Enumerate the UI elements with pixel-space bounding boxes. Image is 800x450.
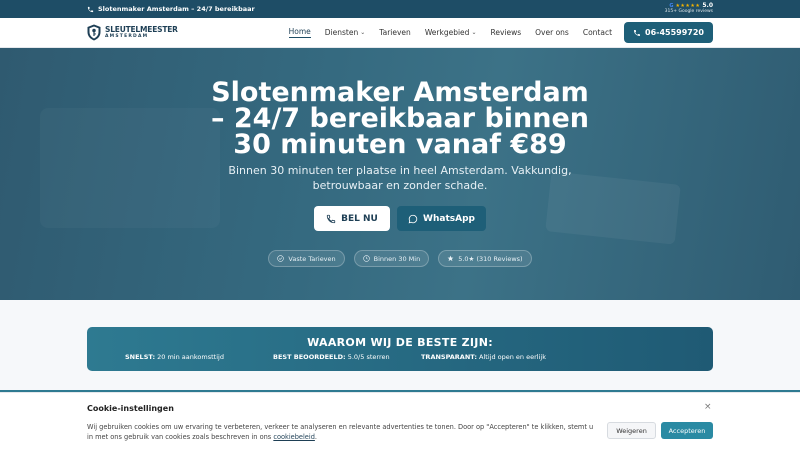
nav-item-label: Tarieven (379, 28, 411, 37)
accept-cookies-button[interactable]: Accepteren (661, 422, 713, 439)
topbar-phone-label: Slotenmaker Amsterdam – 24/7 bereikbaar (98, 5, 255, 13)
cookie-banner: Cookie-instellingen × Wij gebruiken cook… (0, 392, 800, 450)
stat-label: TRANSPARANT: (421, 353, 477, 361)
whatsapp-label: WhatsApp (423, 213, 475, 224)
badge-reviews: 5.0★ (310 Reviews) (438, 250, 532, 267)
nav-item-contact[interactable]: Contact (583, 28, 612, 37)
nav-item-werkgebied[interactable]: Werkgebied ⌄ (425, 28, 477, 37)
stat-value: Altijd open en eerlijk (479, 353, 546, 361)
phone-cta-label: 06-45599720 (645, 28, 704, 37)
stat-value: 5.0/5 sterren (347, 353, 390, 361)
nav-item-label: Werkgebied (424, 28, 470, 37)
hero-subtitle-line: Binnen 30 minuten ter plaatse in heel Am… (228, 164, 572, 177)
refuse-cookies-button[interactable]: Weigeren (607, 422, 656, 439)
rating-stars: ★★★★★ (675, 2, 701, 9)
cookie-title: Cookie-instellingen (87, 404, 174, 413)
phone-icon (326, 214, 336, 224)
call-now-button[interactable]: BEL NU (314, 206, 390, 231)
google-icon: G (669, 2, 674, 9)
nav-item-reviews[interactable]: Reviews (490, 28, 521, 37)
top-bar: Slotenmaker Amsterdam – 24/7 bereikbaar … (0, 0, 800, 18)
stat-transparent: TRANSPARANT: Altijd open en eerlijk (421, 353, 569, 361)
nav-item-diensten[interactable]: Diensten ⌄ (325, 28, 365, 37)
stat-fastest: SNELST: 20 min aankomsttijd (125, 353, 273, 361)
brand-city: AMSTERDAM (105, 33, 149, 39)
phone-icon (87, 6, 94, 13)
stat-best-rated: BEST BEOORDEELD: 5.0/5 sterren (273, 353, 421, 361)
hero-title-line: 30 minuten vanaf €89 (233, 129, 567, 160)
phone-icon (633, 29, 641, 37)
hero-title: Slotenmaker Amsterdam – 24/7 bereikbaar … (0, 79, 800, 160)
badge-within-30: Binnen 30 Min (353, 250, 430, 267)
chevron-down-icon: ⌄ (471, 29, 477, 36)
nav-item-over-ons[interactable]: Over ons (535, 28, 569, 37)
shield-key-icon (87, 24, 101, 41)
brand-name: SLEUTELMEESTER (105, 25, 178, 34)
badge-fixed-rates: Vaste Tarieven (268, 250, 345, 267)
cookie-text-end: . (314, 433, 317, 441)
nav-item-home[interactable]: Home (288, 27, 311, 38)
badge-label: Vaste Tarieven (288, 254, 336, 263)
hero-badges: Vaste Tarieven Binnen 30 Min 5.0★ (310 R… (0, 250, 800, 267)
close-icon[interactable]: × (704, 402, 712, 412)
phone-cta-button[interactable]: 06-45599720 (624, 22, 713, 43)
whatsapp-icon (408, 214, 418, 224)
star-icon (447, 255, 454, 262)
check-circle-icon (277, 255, 285, 262)
whatsapp-button[interactable]: WhatsApp (397, 206, 486, 231)
stat-label: SNELST: (125, 353, 156, 361)
brand-logo[interactable]: SLEUTELMEESTER AMSTERDAM (87, 24, 178, 41)
topbar-phone[interactable]: Slotenmaker Amsterdam – 24/7 bereikbaar (87, 5, 255, 13)
nav-item-label: Contact (582, 28, 613, 37)
cookie-text: Wij gebruiken cookies om uw ervaring te … (87, 422, 597, 442)
hero-buttons: BEL NU WhatsApp (0, 206, 800, 231)
why-us-stats: SNELST: 20 min aankomsttijd BEST BEOORDE… (125, 353, 569, 361)
main-navigation: SLEUTELMEESTER AMSTERDAM Home Diensten ⌄ … (0, 18, 800, 48)
badge-label: 5.0★ (310 Reviews) (458, 254, 523, 263)
hero-subtitle-line: betrouwbaar en zonder schade. (312, 178, 488, 192)
cookie-text-line: Wij gebruiken cookies om uw ervaring te … (87, 423, 587, 431)
rating-source: 315+ Google reviews (664, 9, 713, 15)
nav-item-label: Reviews (490, 28, 522, 37)
nav-item-label: Over ons (535, 28, 569, 37)
cookie-policy-link[interactable]: cookiebeleid (273, 433, 315, 441)
nav-item-label: Diensten (324, 28, 359, 37)
call-now-label: BEL NU (341, 213, 378, 224)
why-us-title: WAAROM WIJ DE BESTE ZIJN: (307, 336, 493, 349)
nav-menu: Home Diensten ⌄ Tarieven Werkgebied ⌄ Revi… (288, 27, 612, 38)
hero-section: Slotenmaker Amsterdam – 24/7 bereikbaar … (0, 48, 800, 300)
stat-label: BEST BEOORDEELD: (273, 353, 346, 361)
hero-subtitle: Binnen 30 minuten ter plaatse in heel Am… (0, 164, 800, 193)
google-rating[interactable]: G ★★★★★ 5.0 315+ Google reviews (665, 3, 713, 15)
stat-value: 20 min aankomsttijd (157, 353, 224, 361)
clock-icon (362, 255, 370, 262)
why-us-banner: WAAROM WIJ DE BESTE ZIJN: SNELST: 20 min… (87, 327, 713, 371)
badge-label: Binnen 30 Min (373, 254, 421, 263)
nav-item-label: Home (288, 27, 311, 36)
nav-item-tarieven[interactable]: Tarieven (379, 28, 411, 37)
chevron-down-icon: ⌄ (360, 29, 366, 36)
